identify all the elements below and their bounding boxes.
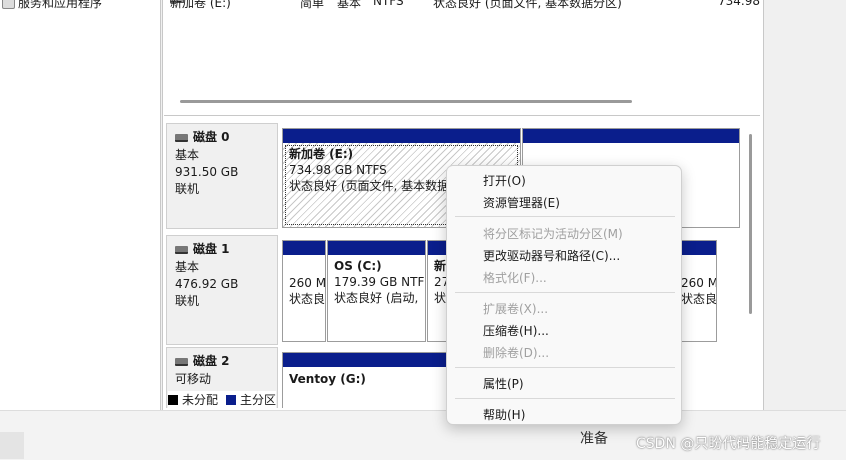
menu-separator: [455, 292, 675, 293]
navigation-tree: 服务和应用程序: [0, 0, 161, 410]
disk-state: 联机: [175, 182, 200, 196]
legend-primary: 主分区: [240, 393, 277, 407]
partition-c[interactable]: OS (C:) 179.39 GB NTF 状态良好 (启动,: [327, 240, 426, 342]
primary-swatch: [226, 394, 237, 405]
context-menu: 打开(O) 资源管理器(E) 将分区标记为活动分区(M) 更改驱动器号和路径(C…: [446, 165, 682, 425]
disk-type: 基本: [175, 260, 200, 274]
primary-partition-bar: [523, 129, 739, 143]
partition-name: 新加卷 (E:): [289, 147, 354, 161]
primary-partition-bar: [283, 129, 520, 143]
volume-list-row[interactable]: 新加卷 (E:) 简单 基本 NTFS 状态良好 (页面文件, 基本数据分区) …: [168, 0, 760, 10]
menu-item-properties[interactable]: 属性(P): [483, 375, 524, 392]
partition-status: 状态良: [681, 292, 716, 306]
disk-size: 931.50 GB: [175, 165, 239, 179]
partition-body: 260 M 状态良: [283, 255, 325, 307]
disk-icon: [175, 357, 188, 366]
tree-item-services[interactable]: 服务和应用程序: [2, 0, 102, 11]
disk-0-label[interactable]: 磁盘 0 基本 931.50 GB 联机: [166, 123, 278, 229]
status-text: 准备: [580, 431, 608, 447]
disk-name: 磁盘 1: [193, 242, 230, 256]
volume-name: 新加卷 (E:): [170, 0, 231, 10]
menu-item-help[interactable]: 帮助(H): [483, 406, 525, 423]
vertical-scrollbar[interactable]: [749, 134, 752, 314]
volume-status-cell: 状态良好 (页面文件, 基本数据分区): [433, 0, 622, 10]
partition-efi[interactable]: 260 M 状态良: [282, 240, 326, 342]
partition-size: 260 M: [289, 276, 325, 290]
menu-item-shrink[interactable]: 压缩卷(H)...: [483, 322, 549, 339]
tree-item-label: 服务和应用程序: [18, 0, 103, 10]
primary-partition-bar: [328, 241, 425, 255]
disk-icon: [175, 133, 188, 142]
disk-icon: [175, 245, 188, 254]
partition-size: 179.39 GB NTF: [334, 275, 425, 289]
menu-separator: [455, 398, 675, 399]
partition-body: OS (C:) 179.39 GB NTF 状态良好 (启动,: [328, 255, 425, 306]
partition-status: 状态良: [289, 292, 325, 306]
legend-unallocated: 未分配: [182, 393, 219, 407]
disk-type: 基本: [175, 148, 200, 162]
menu-item-mark-active[interactable]: 将分区标记为活动分区(M): [483, 225, 623, 242]
volume-type-cell: 基本: [337, 0, 362, 10]
disk-type: 可移动: [175, 372, 212, 386]
menu-separator: [455, 367, 675, 368]
menu-item-delete[interactable]: 删除卷(D)...: [483, 344, 549, 361]
partition-size: 260 M: [681, 276, 716, 290]
disk-size: 476.92 GB: [175, 277, 239, 291]
volume-capacity-cell: 734.98: [718, 0, 760, 8]
partition-name: OS (C:): [334, 259, 382, 273]
menu-item-explorer[interactable]: 资源管理器(E): [483, 194, 560, 211]
pane-divider[interactable]: [164, 115, 760, 116]
legend: 未分配 主分区: [168, 391, 277, 408]
unallocated-swatch: [168, 394, 178, 405]
disk-1-label[interactable]: 磁盘 1 基本 476.92 GB 联机: [166, 235, 278, 345]
services-icon: [2, 0, 15, 9]
watermark: CSDN @只盼代码能稳定运行: [636, 436, 821, 452]
disk-state: 联机: [175, 294, 200, 308]
partition-body: [523, 143, 739, 146]
menu-separator: [455, 216, 675, 217]
status-segment: [0, 432, 24, 459]
disk-name: 磁盘 0: [193, 130, 230, 144]
partition-status: 状态良好 (启动,: [334, 291, 419, 305]
disk-name: 磁盘 2: [193, 354, 230, 368]
primary-partition-bar: [283, 241, 325, 255]
menu-item-change-drive-letter[interactable]: 更改驱动器号和路径(C)...: [483, 247, 620, 264]
menu-item-format[interactable]: 格式化(F)...: [483, 269, 547, 286]
volume-layout-cell: 简单: [300, 0, 325, 10]
volume-fs-cell: NTFS: [373, 0, 404, 8]
menu-item-open[interactable]: 打开(O): [483, 172, 526, 189]
horizontal-scrollbar[interactable]: [180, 100, 632, 103]
menu-item-extend[interactable]: 扩展卷(X)...: [483, 300, 548, 317]
